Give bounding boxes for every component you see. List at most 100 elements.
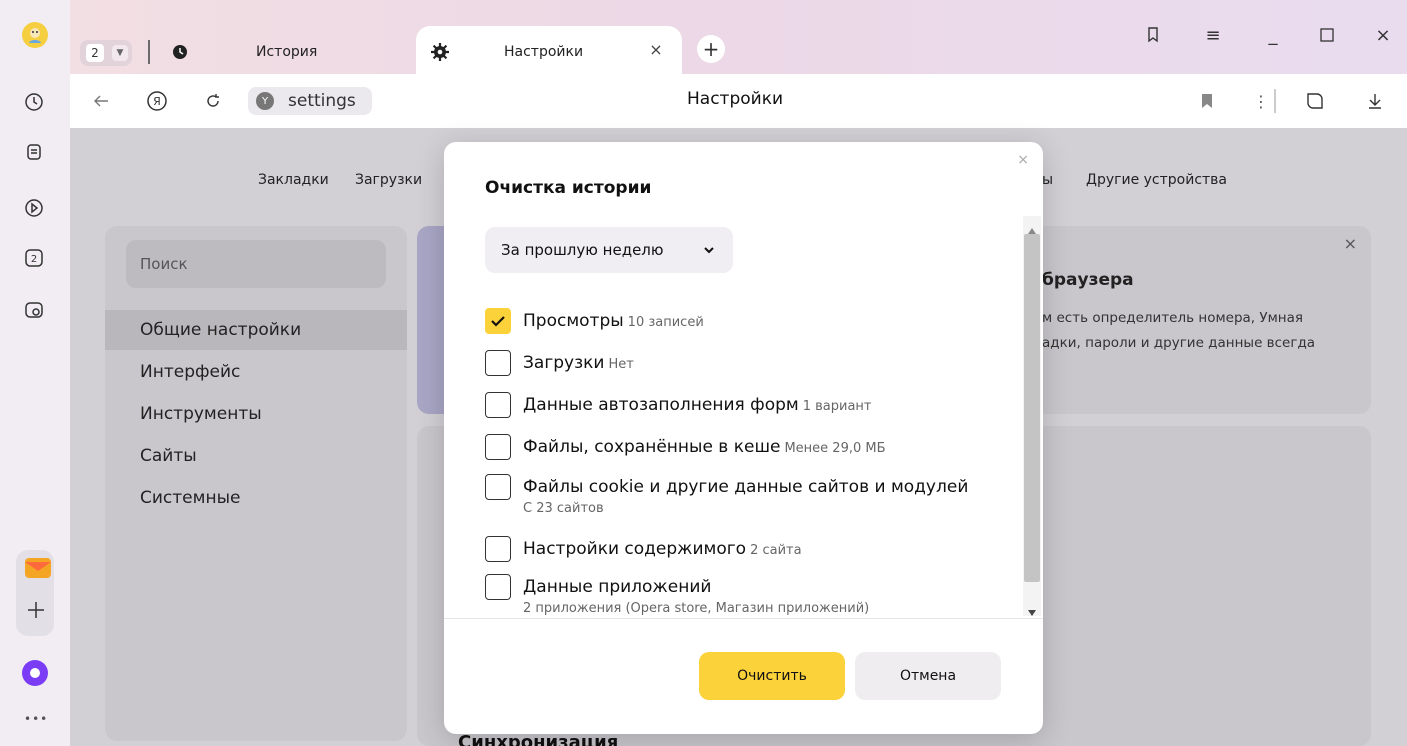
search-input[interactable]: Поиск [126,240,386,288]
scrollbar[interactable] [1023,216,1041,616]
clear-history-dialog: × Очистка истории За прошлую неделю Прос… [444,142,1043,734]
option-label: Загрузки [523,353,605,373]
option-autofill[interactable]: Данные автозаполнения форм 1 вариант [485,392,872,420]
checkbox-cookies[interactable] [485,474,511,500]
nav-downloads[interactable]: Загрузки [355,172,422,188]
close-window-icon[interactable]: × [1372,24,1394,46]
option-detail: Менее 29,0 МБ [784,441,886,456]
minimize-icon[interactable]: _ [1262,24,1284,46]
scrollbar-thumb[interactable] [1024,234,1040,582]
option-detail: 2 сайта [750,543,802,558]
dialog-close-icon[interactable]: × [1017,152,1029,168]
option-label: Просмотры [523,311,624,331]
video-play-icon[interactable] [22,196,46,220]
svg-text:Я: Я [153,95,161,108]
tab-history-label: История [256,44,318,60]
tab-counter[interactable]: 2 ▼ [80,40,132,66]
sidebar-item-system[interactable]: Системные [105,478,407,518]
checkbox-content-settings[interactable] [485,536,511,562]
chevron-down-icon: ▼ [112,45,128,61]
close-icon[interactable]: × [1344,234,1357,253]
sidebar-item-tools[interactable]: Инструменты [105,394,407,434]
svg-text:2: 2 [31,254,37,265]
menu-icon[interactable]: ≡ [1202,24,1224,46]
nav-partial[interactable]: ы [1042,172,1053,188]
dialog-scroll-area[interactable]: За прошлую неделю Просмотры 10 записей За… [444,214,1043,618]
reload-icon[interactable] [202,90,224,112]
sync-heading: Синхронизация [458,732,619,746]
option-content-settings[interactable]: Настройки содержимого 2 сайта [485,536,802,564]
tabs-count-icon[interactable]: 2 [22,246,46,270]
page-title: Настройки [687,89,784,109]
nav-other-devices[interactable]: Другие устройства [1086,172,1227,188]
option-label: Данные приложений [523,577,712,597]
alice-assistant-icon[interactable] [22,660,48,686]
reader-icon[interactable] [1304,90,1326,112]
scroll-down-arrow-icon[interactable] [1027,602,1037,616]
maximize-icon[interactable] [1316,24,1338,46]
cancel-button[interactable]: Отмена [855,652,1001,700]
collections-window-icon[interactable] [1142,24,1164,46]
dialog-divider [444,618,1043,619]
url-text: settings [288,91,356,111]
option-cookies[interactable]: Файлы cookie и другие данные сайтов и мо… [485,474,968,518]
dialog-title: Очистка истории [485,178,652,198]
sidebar-item-general[interactable]: Общие настройки [105,310,407,350]
site-info-icon[interactable]: Y [256,92,274,110]
chevron-down-icon [703,242,715,254]
option-downloads[interactable]: Загрузки Нет [485,350,634,378]
url-field[interactable]: Y settings [248,87,372,115]
collections-icon[interactable] [22,140,46,164]
tab-settings[interactable]: Настройки × [416,26,682,78]
tab-history[interactable]: История [160,28,414,76]
settings-sidebar: Поиск Общие настройки Интерфейс Инструме… [105,226,407,741]
checkbox-autofill[interactable] [485,392,511,418]
checkbox-downloads[interactable] [485,350,511,376]
profile-avatar[interactable] [22,22,48,48]
option-detail: 1 вариант [802,399,872,414]
tab-separator [148,40,150,64]
new-tab-button[interactable]: + [697,35,725,63]
tab-count: 2 [86,44,104,62]
period-select[interactable]: За прошлую неделю [485,227,733,273]
option-app-data[interactable]: Данные приложений 2 приложения (Opera sto… [485,574,869,618]
option-label: Данные автозаполнения форм [523,395,799,415]
back-icon[interactable] [90,90,112,112]
bookmark-icon[interactable] [1196,90,1218,112]
gear-icon [430,42,450,62]
download-icon[interactable] [1364,90,1386,112]
tab-settings-label: Настройки [504,44,584,60]
sidebar-item-interface[interactable]: Интерфейс [105,352,407,392]
more-icon[interactable]: ••• [24,712,48,726]
sidebar-item-sites[interactable]: Сайты [105,436,407,476]
option-views[interactable]: Просмотры 10 записей [485,308,704,336]
side-rail: 2 ••• [0,0,70,746]
promo-title: браузера [1042,270,1134,290]
promo-text-line: м есть определитель номера, Умная [1042,310,1303,326]
option-detail: 10 записей [627,315,704,330]
option-label: Файлы, сохранённые в кеше [523,437,781,457]
nav-bookmarks[interactable]: Закладки [258,172,329,188]
promo-text: м есть определитель номера, Умная адки, … [1042,306,1362,356]
more-vertical-icon[interactable]: ⋮ [1250,90,1272,112]
yandex-logo-icon[interactable]: Я [146,90,168,112]
history-icon[interactable] [22,90,46,114]
option-detail: Нет [608,357,634,372]
promo-text-line: адки, пароли и другие данные всегда [1042,335,1316,351]
screenshot-icon[interactable] [22,298,46,322]
option-detail: С 23 сайтов [523,501,604,516]
period-select-value: За прошлую неделю [501,241,664,259]
history-icon [170,42,190,62]
mail-icon[interactable] [24,556,52,580]
checkbox-app-data[interactable] [485,574,511,600]
option-cache[interactable]: Файлы, сохранённые в кеше Менее 29,0 МБ [485,434,886,462]
checkbox-cache[interactable] [485,434,511,460]
close-tab-icon[interactable]: × [648,42,664,58]
clear-button[interactable]: Очистить [699,652,845,700]
option-label: Настройки содержимого [523,539,747,559]
add-icon[interactable] [26,600,46,620]
checkbox-views[interactable] [485,308,511,334]
scroll-up-arrow-icon[interactable] [1027,220,1037,234]
toolbar-divider [1274,89,1276,113]
address-bar: Я Y settings Настройки ⋮ [70,74,1407,128]
